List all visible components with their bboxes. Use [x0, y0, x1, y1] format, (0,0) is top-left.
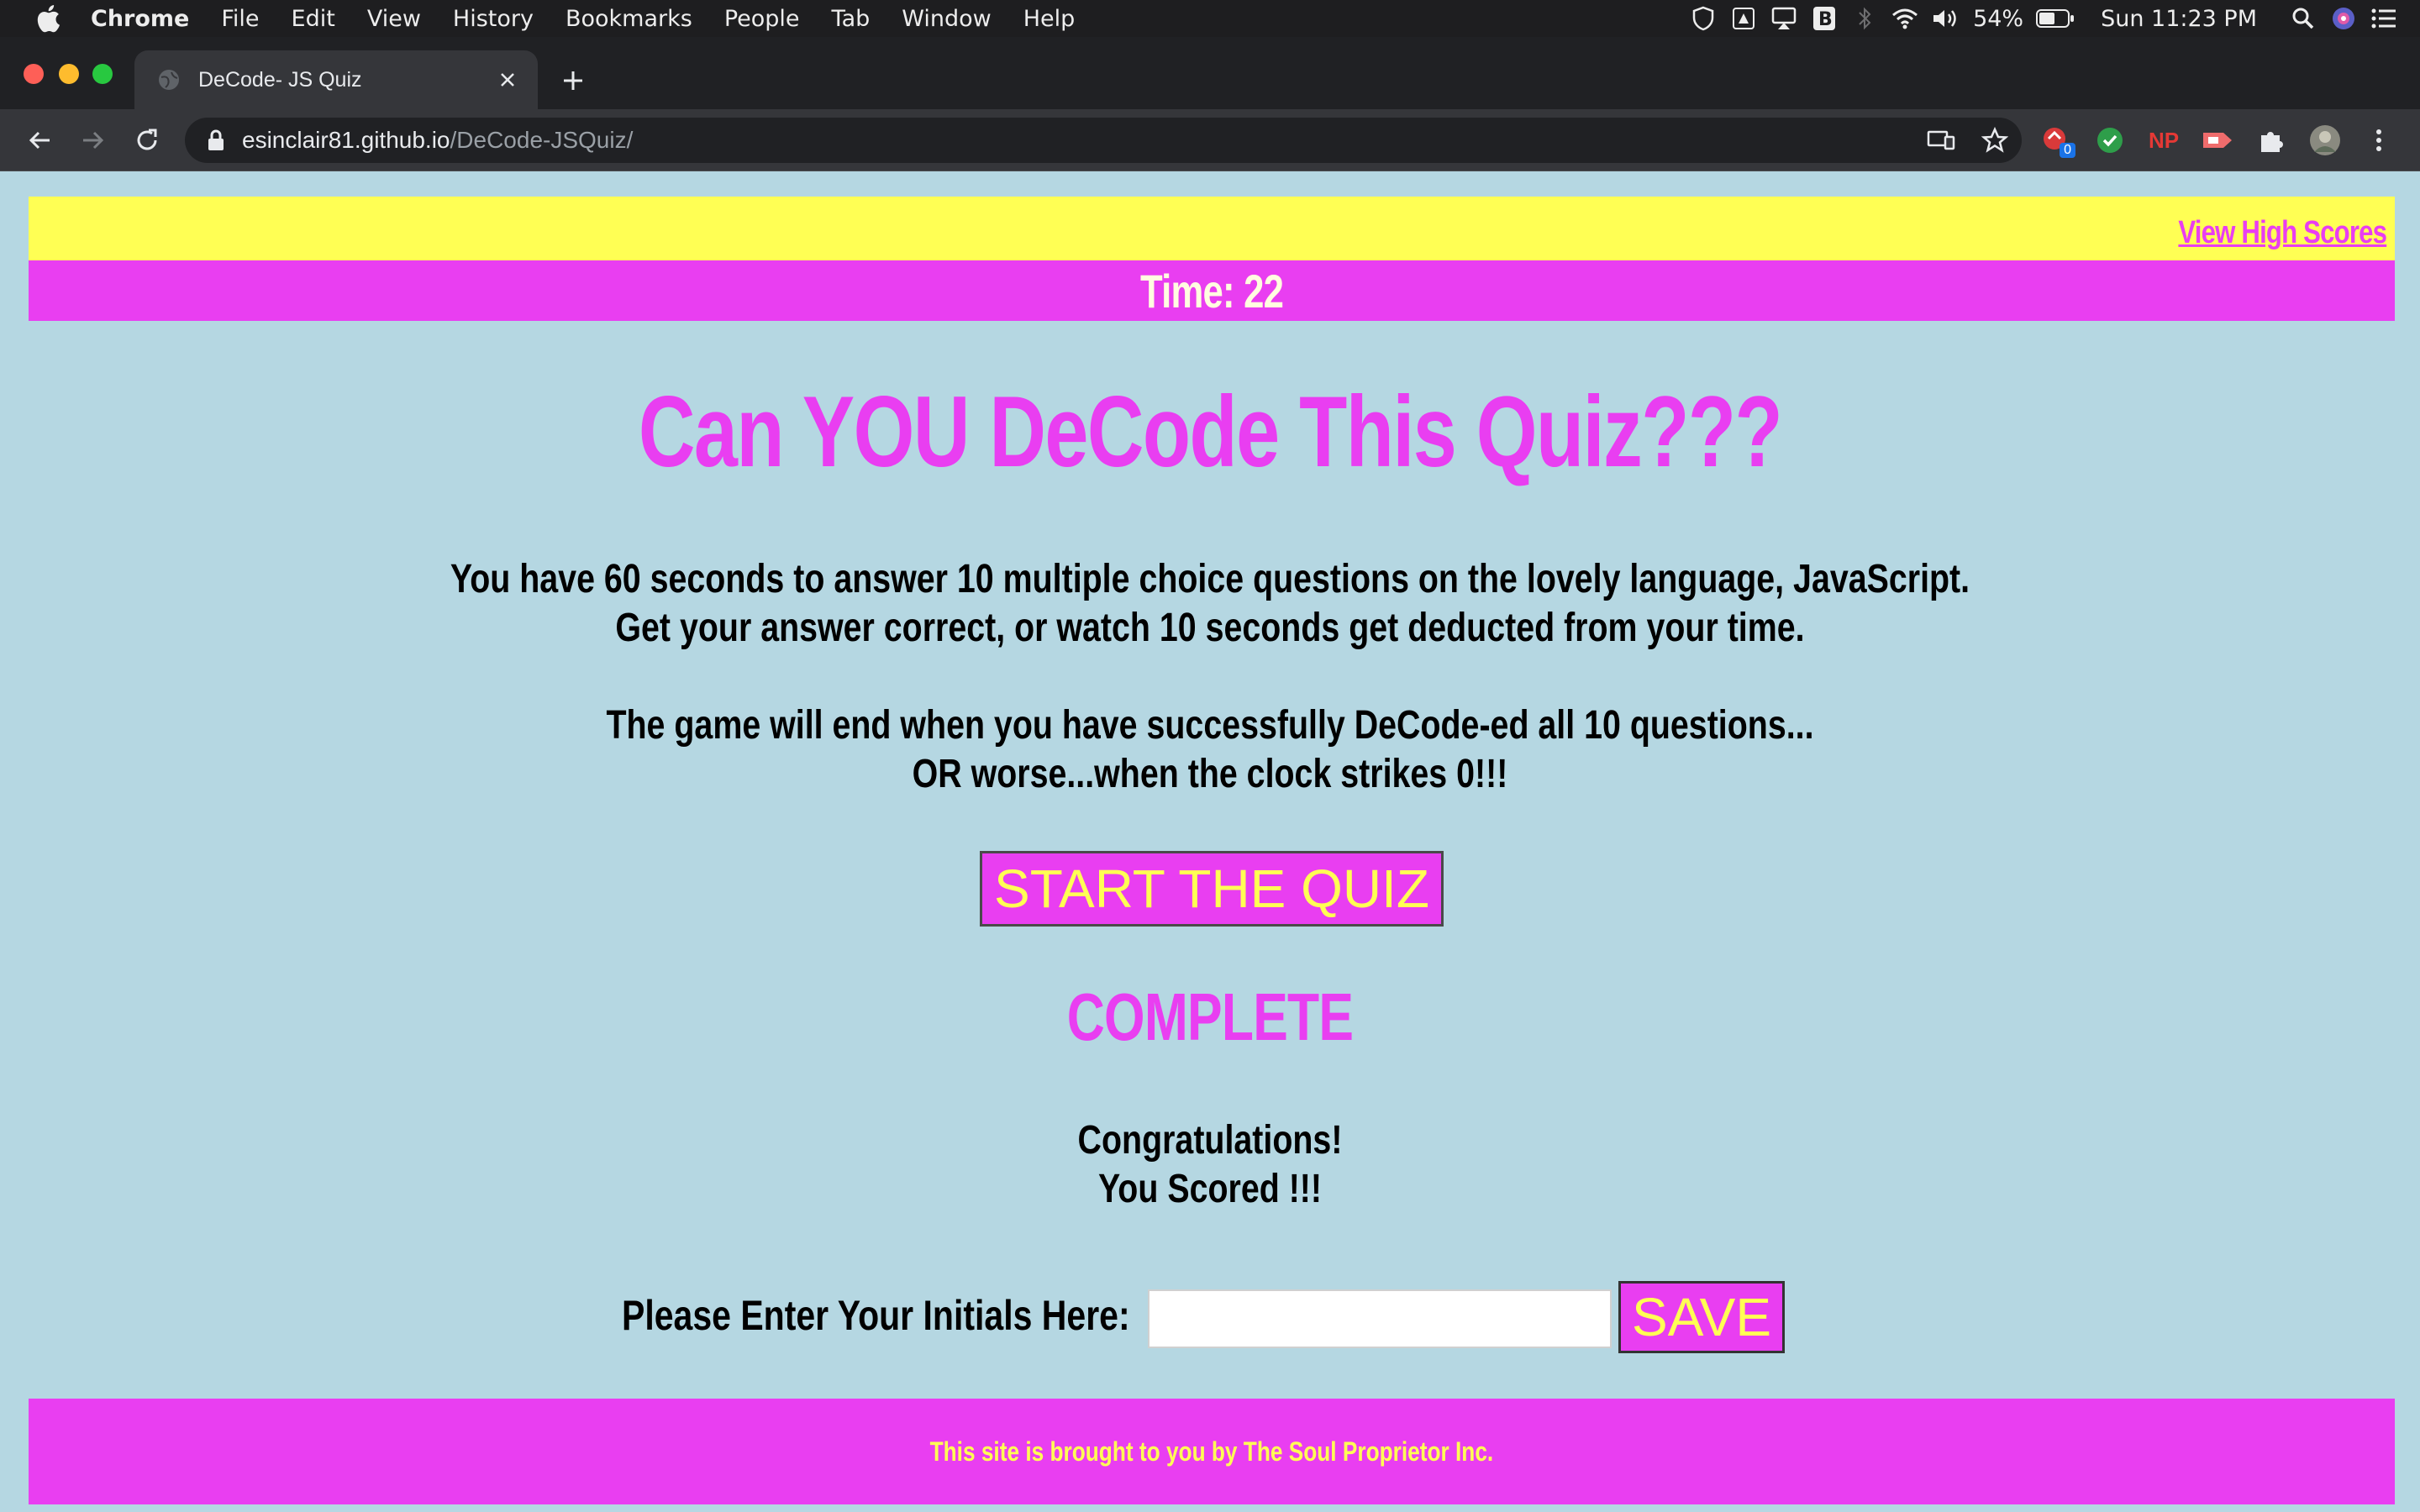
score-message: Congratulations! You Scored !!! [0, 1116, 2420, 1214]
forward-arrow-icon[interactable] [74, 121, 113, 160]
np-extension-icon[interactable]: NP [2144, 121, 2183, 160]
back-arrow-icon[interactable] [20, 121, 59, 160]
menu-view[interactable]: View [367, 6, 421, 32]
puzzle-extensions-icon[interactable] [2252, 121, 2291, 160]
menu-bookmarks[interactable]: Bookmarks [566, 6, 692, 32]
extensions-area: 0 NP [2037, 121, 2413, 160]
menu-history[interactable]: History [453, 6, 534, 32]
window-minimize-button[interactable] [59, 64, 79, 84]
cast-devices-icon[interactable] [1924, 123, 1958, 157]
wifi-icon[interactable] [1891, 4, 1919, 33]
apple-menu-icon[interactable] [29, 0, 67, 37]
url-host: esinclair81.github.io [242, 127, 450, 153]
initials-label: Please Enter Your Initials Here: [622, 1292, 1130, 1339]
start-quiz-button[interactable]: START THE QUIZ [980, 851, 1444, 927]
menu-file[interactable]: File [221, 6, 259, 32]
initials-input[interactable] [1148, 1289, 1612, 1348]
instructions-line-4: OR worse...when the clock strikes 0!!! [912, 752, 1508, 796]
menu-edit[interactable]: Edit [292, 6, 335, 32]
tab-close-icon[interactable] [491, 63, 524, 97]
header-bar: View High Scores [29, 197, 2395, 260]
spotlight-search-icon[interactable] [2289, 4, 2317, 33]
menubar-clock[interactable]: Sun 11:23 PM [2101, 6, 2257, 32]
battery-percent: 54% [1973, 5, 2024, 32]
timer-bar: Time: 22 [29, 260, 2395, 321]
checkmark-extension-icon[interactable] [2091, 121, 2129, 160]
svg-text:B: B [1818, 9, 1833, 30]
congrats-line: Congratulations! [1077, 1118, 1343, 1163]
battery-icon[interactable] [2035, 4, 2075, 33]
url-path: /DeCode-JSQuiz/ [450, 127, 634, 153]
video-extension-icon[interactable] [2198, 121, 2237, 160]
score-line: You Scored !!! [1097, 1167, 1323, 1211]
b-app-icon[interactable]: B [1810, 4, 1839, 33]
view-high-scores-link[interactable]: View High Scores [2178, 215, 2387, 251]
footer: This site is brought to you by The Soul … [29, 1399, 2395, 1504]
menu-help[interactable]: Help [1023, 6, 1076, 32]
menu-people[interactable]: People [724, 6, 800, 32]
browser-toolbar: esinclair81.github.io /DeCode-JSQuiz/ 0 … [0, 109, 2420, 171]
save-button[interactable]: SAVE [1618, 1281, 1785, 1353]
window-close-button[interactable] [24, 64, 44, 84]
shield-icon[interactable] [1689, 4, 1718, 33]
tab-title: DeCode- JS Quiz [198, 67, 362, 92]
window-zoom-button[interactable] [92, 64, 113, 84]
instructions-line-1: You have 60 seconds to answer 10 multipl… [450, 557, 1970, 601]
new-tab-plus-icon[interactable] [555, 62, 592, 99]
menu-tab[interactable]: Tab [832, 6, 871, 32]
initials-form: Please Enter Your Initials Here: SAVE [0, 1273, 2420, 1353]
notification-center-icon[interactable] [2370, 4, 2398, 33]
lock-icon[interactable] [203, 128, 229, 153]
volume-icon[interactable] [1931, 4, 1960, 33]
instructions-line-2: Get your answer correct, or watch 10 sec… [615, 606, 1805, 650]
instructions-line-3: The game will end when you have successf… [606, 703, 1814, 748]
complete-heading: COMPLETE [1066, 979, 1354, 1054]
quiz-instructions: You have 60 seconds to answer 10 multipl… [0, 555, 2420, 799]
drive-icon[interactable] [1729, 4, 1758, 33]
quiz-title: Can YOU DeCode This Quiz??? [638, 375, 1783, 488]
menubar-status-area: B 54% Sun 11:23 PM [1677, 0, 2398, 37]
chrome-menu-kebab-icon[interactable] [2360, 121, 2398, 160]
siri-icon[interactable] [2329, 4, 2358, 33]
bluetooth-icon[interactable] [1850, 4, 1879, 33]
address-bar[interactable]: esinclair81.github.io /DeCode-JSQuiz/ [185, 118, 2022, 163]
airplay-icon[interactable] [1770, 4, 1798, 33]
browser-tab-active[interactable]: DeCode- JS Quiz [134, 50, 538, 109]
reload-icon[interactable] [128, 121, 166, 160]
menu-window[interactable]: Window [902, 6, 991, 32]
web-page: View High Scores Time: 22 Can YOU DeCode… [0, 172, 2420, 1512]
profile-avatar[interactable] [2306, 121, 2344, 160]
extension-red-icon[interactable]: 0 [2037, 121, 2075, 160]
np-extension-label: NP [2148, 127, 2180, 153]
globe-icon [156, 67, 182, 92]
bookmark-star-icon[interactable] [1978, 123, 2012, 157]
timer-text: Time: 22 [1139, 264, 1284, 318]
extension-badge: 0 [2060, 143, 2075, 158]
macos-menubar: Chrome File Edit View History Bookmarks … [0, 0, 2420, 37]
menu-app-name[interactable]: Chrome [91, 6, 189, 32]
footer-text: This site is brought to you by The Soul … [929, 1436, 1494, 1467]
